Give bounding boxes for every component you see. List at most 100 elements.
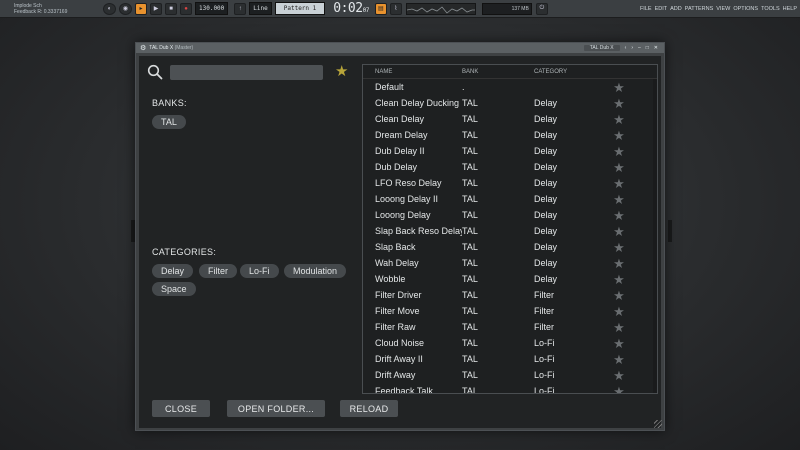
favorite-star-icon[interactable]: ★ [609,177,629,190]
table-row[interactable]: Looong Delay TAL Delay ★ [363,207,657,223]
tempo-knob-icon[interactable]: ◐ [103,2,116,15]
category-chip-modulation[interactable]: Modulation [284,264,347,278]
table-row[interactable]: Feedback Talk TAL Lo-Fi ★ [363,383,657,394]
favorite-star-icon[interactable]: ★ [609,321,629,334]
table-row[interactable]: Dub Delay TAL Delay ★ [363,159,657,175]
favorite-star-icon[interactable]: ★ [609,145,629,158]
time-display[interactable]: 0:0207 [333,1,369,16]
preset-bank: TAL [462,274,478,284]
preset-bank: TAL [462,386,478,394]
record-button[interactable]: ● [180,2,192,15]
favorite-star-icon[interactable]: ★ [609,193,629,206]
preset-category: Delay [534,226,558,236]
preset-bank: TAL [462,194,478,204]
table-row[interactable]: Filter Raw TAL Filter ★ [363,319,657,335]
maximize-icon[interactable]: □ [646,45,649,51]
right-dock-tab[interactable] [668,220,672,242]
header-category[interactable]: CATEGORY [534,69,604,75]
table-row[interactable]: Wobble TAL Delay ★ [363,271,657,287]
reload-button[interactable]: RELOAD [340,400,398,417]
preset-name: Slap Back Reso Delay [375,226,462,236]
category-chip-delay[interactable]: Delay [152,264,194,278]
resize-grip-icon[interactable] [654,420,662,428]
table-row[interactable]: Slap Back Reso Delay TAL Delay ★ [363,223,657,239]
preset-name: Filter Driver [375,290,422,300]
menu-item-tools[interactable]: TOOLS [761,6,780,12]
preset-name: Drift Away [375,370,416,380]
table-row[interactable]: Filter Move TAL Filter ★ [363,303,657,319]
play-button[interactable]: ▶ [150,2,162,15]
preset-name: Looong Delay II [375,194,439,204]
favorite-star-icon[interactable]: ★ [609,161,629,174]
minimize-icon[interactable]: – [638,45,641,51]
table-row[interactable]: Drift Away TAL Lo-Fi ★ [363,367,657,383]
table-row[interactable]: Dream Delay TAL Delay ★ [363,127,657,143]
favorite-star-icon[interactable]: ★ [609,81,629,94]
stop-button[interactable]: ■ [165,2,177,15]
table-scrollbar[interactable] [653,79,657,393]
preset-category: Lo-Fi [534,370,555,380]
tempo-display[interactable]: 130.000 [195,2,229,15]
table-row[interactable]: Looong Delay II TAL Delay ★ [363,191,657,207]
pattern-select[interactable]: Pattern 1 [274,2,326,15]
table-row[interactable]: Filter Driver TAL Filter ★ [363,287,657,303]
snap-select[interactable]: Line [249,2,272,15]
song-pattern-toggle[interactable]: ▸ [135,2,147,15]
snap-arrow-icon[interactable]: ↑ [234,2,247,15]
header-name[interactable]: NAME [363,69,462,75]
wait-icon[interactable]: ⌇ [389,2,402,15]
plugin-titlebar[interactable]: ⚙ TAL Dub X (Master) TAL Dub X ‹ › – □ ✕ [136,43,664,53]
favorite-star-icon[interactable]: ★ [609,241,629,254]
table-row[interactable]: Wah Delay TAL Delay ★ [363,255,657,271]
favorite-star-icon[interactable]: ★ [609,369,629,382]
favorite-star-icon[interactable]: ★ [609,257,629,270]
favorite-star-icon[interactable]: ★ [609,289,629,302]
search-input[interactable] [170,65,323,80]
gear-icon[interactable]: ⚙ [140,44,146,52]
close-button[interactable]: CLOSE [152,400,210,417]
menu-item-view[interactable]: VIEW [716,6,730,12]
favorite-star-icon[interactable]: ★ [609,113,629,126]
preset-category: Delay [534,194,558,204]
preset-name: Looong Delay [375,210,431,220]
close-icon[interactable]: ✕ [654,45,658,51]
power-icon[interactable]: ⏻ [535,2,548,15]
open-folder-button[interactable]: OPEN FOLDER... [227,400,325,417]
favorites-filter-star-icon[interactable]: ★ [335,64,348,79]
chevron-right-icon[interactable]: › [631,45,633,51]
preset-bank: TAL [462,290,478,300]
favorite-star-icon[interactable]: ★ [609,97,629,110]
category-chip-lofi[interactable]: Lo-Fi [240,264,279,278]
category-chip-space[interactable]: Space [152,282,196,296]
table-row[interactable]: Clean Delay TAL Delay ★ [363,111,657,127]
table-row[interactable]: Default. ★ [363,79,657,95]
favorite-star-icon[interactable]: ★ [609,129,629,142]
record-mode-icon[interactable]: ◉ [119,2,132,15]
header-bank[interactable]: BANK [462,69,534,75]
table-row[interactable]: Drift Away II TAL Lo-Fi ★ [363,351,657,367]
table-row[interactable]: LFO Reso Delay TAL Delay ★ [363,175,657,191]
favorite-star-icon[interactable]: ★ [609,225,629,238]
menu-item-file[interactable]: FILE [640,6,652,12]
window-title: TAL Dub X [149,45,174,51]
menu-item-edit[interactable]: EDIT [655,6,668,12]
menu-item-add[interactable]: ADD [670,6,682,12]
favorite-star-icon[interactable]: ★ [609,337,629,350]
bank-chip-tal[interactable]: TAL [152,115,186,129]
menu-item-patterns[interactable]: PATTERNS [685,6,714,12]
favorite-star-icon[interactable]: ★ [609,385,629,394]
favorite-star-icon[interactable]: ★ [609,273,629,286]
favorite-star-icon[interactable]: ★ [609,305,629,318]
table-row[interactable]: Slap Back TAL Delay ★ [363,239,657,255]
menu-item-options[interactable]: OPTIONS [733,6,758,12]
metronome-icon[interactable]: ▤ [374,2,387,15]
preset-selector[interactable]: TAL Dub X [583,45,620,51]
table-row[interactable]: Dub Delay II TAL Delay ★ [363,143,657,159]
table-row[interactable]: Cloud Noise TAL Lo-Fi ★ [363,335,657,351]
favorite-star-icon[interactable]: ★ [609,353,629,366]
favorite-star-icon[interactable]: ★ [609,209,629,222]
chevron-left-icon[interactable]: ‹ [625,45,627,51]
menu-item-help[interactable]: HELP [783,6,797,12]
table-row[interactable]: Clean Delay Ducking TAL Delay ★ [363,95,657,111]
category-chip-filter[interactable]: Filter [199,264,237,278]
